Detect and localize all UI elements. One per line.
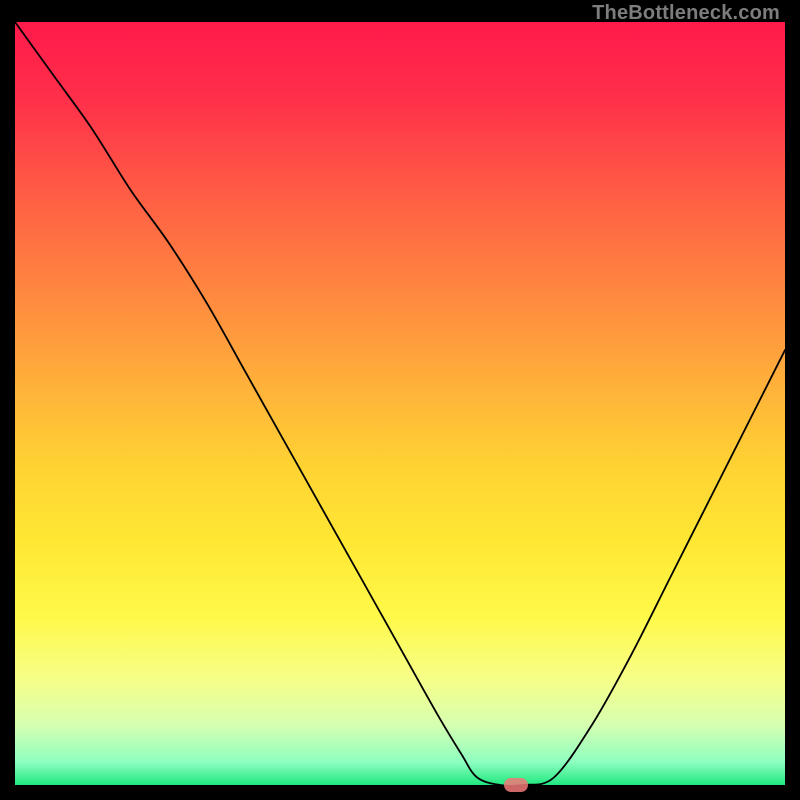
chart-background: [15, 22, 785, 785]
gradient-rect: [15, 22, 785, 785]
optimal-marker: [504, 778, 528, 792]
chart-frame: [15, 22, 785, 785]
